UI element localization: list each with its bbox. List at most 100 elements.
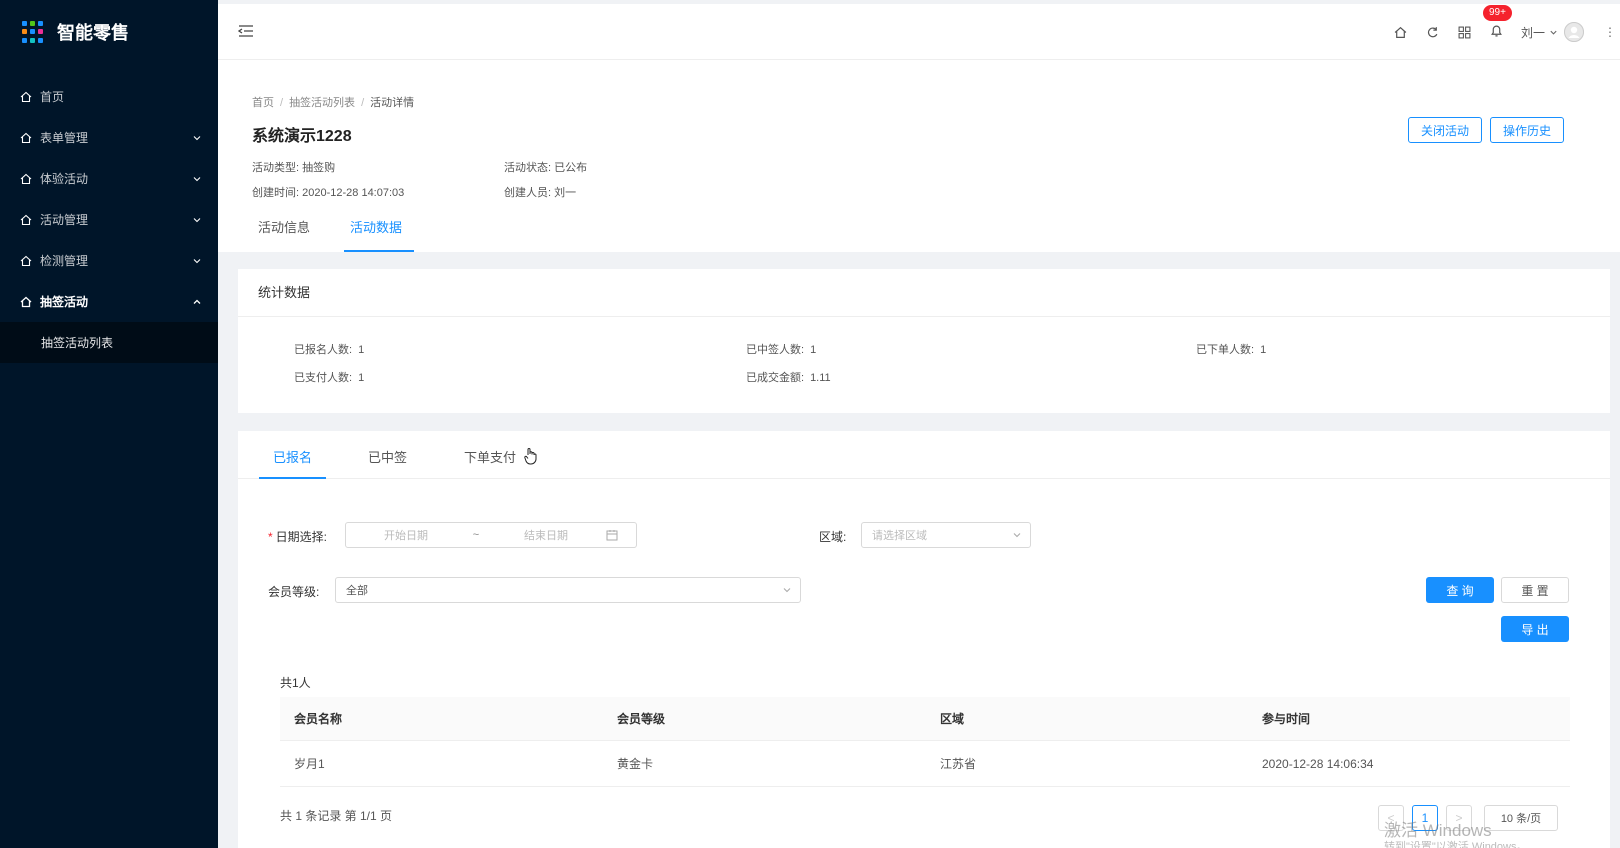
- stat-value: 1: [810, 344, 817, 356]
- sidebar-item-label: 活动管理: [40, 213, 89, 227]
- home-icon: [20, 132, 32, 143]
- stat-winners: 已中签人数: 1: [746, 341, 816, 357]
- stat-label: 已报名人数:: [294, 344, 353, 356]
- sidebar-item-label: 首页: [40, 90, 65, 104]
- home-icon[interactable]: [1393, 24, 1409, 40]
- column-header: 会员等级: [617, 712, 666, 726]
- reset-button[interactable]: 重 置: [1501, 577, 1569, 603]
- sidebar-item-home[interactable]: 首页: [0, 76, 218, 117]
- chevron-down-icon: [193, 176, 201, 181]
- more-icon[interactable]: ⋮: [1604, 25, 1616, 39]
- sidebar-item-activity-management[interactable]: 活动管理: [0, 199, 218, 240]
- chevron-down-icon[interactable]: [1549, 28, 1558, 37]
- stat-amount: 已成交金额: 1.11: [746, 369, 831, 385]
- region-placeholder: 请选择区域: [872, 530, 927, 542]
- sidebar-subitem-label: 抽签活动列表: [41, 336, 114, 350]
- close-activity-button[interactable]: 关闭活动: [1408, 117, 1482, 143]
- column-header: 区域: [940, 712, 965, 726]
- home-icon: [20, 91, 32, 102]
- member-level-select[interactable]: 全部: [335, 577, 801, 603]
- stat-value: 1: [358, 372, 365, 384]
- stat-ordered: 已下单人数: 1: [1196, 341, 1266, 357]
- meta-created: 创建时间: 2020-12-28 14:07:03: [252, 184, 404, 200]
- sidebar-item-label: 表单管理: [40, 131, 89, 145]
- sidebar-item-form-management[interactable]: 表单管理: [0, 117, 218, 158]
- region-select[interactable]: 请选择区域: [861, 522, 1031, 548]
- total-count: 共1人: [280, 676, 311, 690]
- column-header: 会员名称: [294, 712, 343, 726]
- chevron-down-icon: [1013, 533, 1021, 538]
- page-size-select[interactable]: 10 条/页: [1484, 805, 1558, 831]
- home-icon: [20, 214, 32, 225]
- meta-type: 活动类型: 抽签购: [252, 159, 335, 175]
- operation-history-button[interactable]: 操作历史: [1490, 117, 1564, 143]
- sidebar: 智能零售 首页 表单管理 体验活动 活动管理 检测管理 抽签活动 抽签活动列表: [0, 0, 218, 848]
- tab-won[interactable]: 已中签: [368, 447, 407, 479]
- stat-label: 已中签人数:: [746, 344, 805, 356]
- export-button[interactable]: 导 出: [1501, 616, 1569, 642]
- tab-registered[interactable]: 已报名: [258, 447, 327, 479]
- meta-status: 活动状态: 已公布: [504, 159, 587, 175]
- chevron-up-icon: [193, 299, 201, 304]
- stat-paid: 已支付人数: 1: [294, 369, 364, 385]
- date-separator: ~: [472, 529, 480, 541]
- meta-status-value: 已公布: [554, 162, 588, 174]
- query-button[interactable]: 查 询: [1426, 577, 1494, 603]
- top-header: 99+ 刘一 ⋮: [218, 4, 1620, 60]
- logo[interactable]: 智能零售: [0, 0, 218, 64]
- pagination-summary: 共 1 条记录 第 1/1 页: [280, 809, 393, 823]
- records-card: 已报名 已中签 下单支付 * 日期选择: 开始日期 ~ 结束日期 区域: 请选择区…: [238, 431, 1610, 848]
- sidebar-item-experience[interactable]: 体验活动: [0, 158, 218, 199]
- refresh-icon[interactable]: [1425, 24, 1441, 40]
- home-icon: [20, 173, 32, 184]
- avatar[interactable]: [1564, 22, 1584, 42]
- grid-logo-icon: [22, 21, 44, 43]
- meta-type-value: 抽签购: [302, 162, 336, 174]
- detail-tabs: 活动信息 活动数据: [252, 220, 436, 252]
- sidebar-item-label: 抽签活动: [40, 295, 89, 309]
- header-right: 99+ 刘一 ⋮: [1393, 4, 1620, 60]
- breadcrumb-home[interactable]: 首页: [252, 97, 274, 109]
- sidebar-item-label: 体验活动: [40, 172, 89, 186]
- stat-label: 已下单人数:: [1196, 344, 1255, 356]
- meta-created-value: 2020-12-28 14:07:03: [302, 187, 405, 199]
- stat-label: 已支付人数:: [294, 372, 353, 384]
- records-table: 会员名称 会员等级 区域 参与时间 岁月1 黄金卡 江苏省 2020-12-28…: [280, 697, 1570, 787]
- breadcrumb-list[interactable]: 抽签活动列表: [289, 97, 355, 109]
- sidebar-item-inspection[interactable]: 检测管理: [0, 240, 218, 281]
- meta-created-label: 创建时间:: [252, 187, 300, 199]
- notifications[interactable]: 99+: [1482, 5, 1512, 41]
- stats-card: 统计数据 已报名人数: 1 已中签人数: 1 已下单人数: 1 已支付人数: 1 已成交…: [238, 269, 1610, 413]
- meta-creator: 创建人员: 刘一: [504, 184, 576, 200]
- tab-activity-info[interactable]: 活动信息: [252, 220, 316, 252]
- tab-activity-data[interactable]: 活动数据: [344, 220, 415, 252]
- cell-region: 江苏省: [940, 757, 977, 771]
- breadcrumb: 首页 / 抽签活动列表 / 活动详情: [252, 97, 415, 109]
- start-date-input[interactable]: 开始日期: [346, 527, 466, 543]
- region-label: 区域:: [819, 530, 847, 544]
- chevron-down-icon: [193, 135, 201, 140]
- user-name[interactable]: 刘一: [1521, 24, 1545, 41]
- chevron-down-icon: [193, 217, 201, 222]
- notification-badge: 99+: [1482, 5, 1512, 21]
- stat-value: 1.11: [810, 372, 831, 384]
- menu-fold-icon[interactable]: [238, 24, 254, 38]
- stat-registered: 已报名人数: 1: [294, 341, 364, 357]
- sidebar-item-lottery[interactable]: 抽签活动: [0, 281, 218, 322]
- hand-cursor-icon: [524, 448, 537, 465]
- end-date-input[interactable]: 结束日期: [486, 527, 606, 543]
- app-title: 智能零售: [57, 23, 129, 43]
- stat-value: 1: [1260, 344, 1267, 356]
- grid-icon[interactable]: [1457, 24, 1473, 40]
- home-icon: [20, 255, 32, 266]
- page-header: 首页 / 抽签活动列表 / 活动详情 系统演示1228 活动类型: 抽签购 活动状态: …: [218, 60, 1620, 252]
- required-mark: *: [268, 530, 273, 544]
- sidebar-item-label: 检测管理: [40, 254, 89, 268]
- user-icon: [1564, 22, 1584, 42]
- date-label-text: 日期选择:: [275, 530, 328, 544]
- date-range-picker[interactable]: 开始日期 ~ 结束日期: [345, 522, 637, 548]
- bell-icon[interactable]: [1489, 23, 1505, 39]
- tab-order-payment[interactable]: 下单支付: [464, 447, 516, 479]
- sidebar-subitem-lottery-list[interactable]: 抽签活动列表: [0, 322, 218, 363]
- stat-label: 已成交金额:: [746, 372, 805, 384]
